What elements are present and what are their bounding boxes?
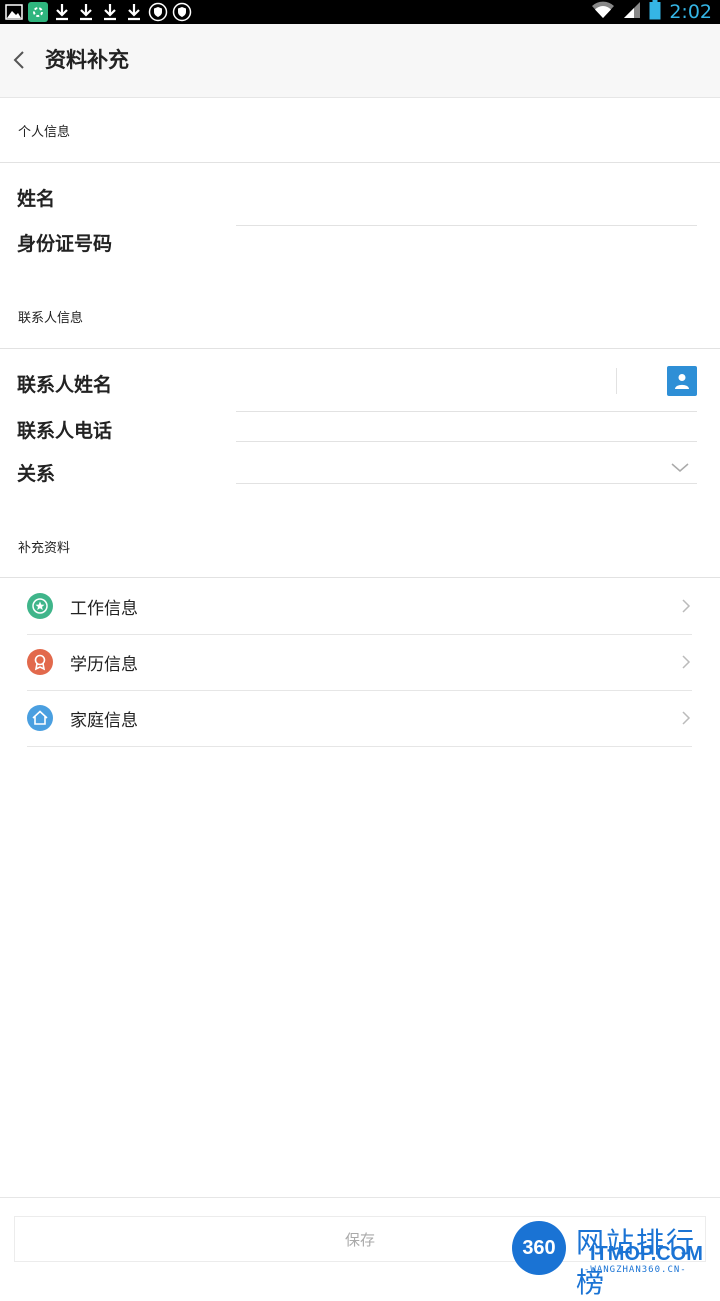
download-icon	[52, 2, 72, 22]
watermark-badge: 360	[512, 1221, 566, 1275]
id-number-label: 身份证号码	[17, 233, 113, 255]
menu-item-label: 家庭信息	[70, 711, 138, 731]
contact-name-label: 联系人姓名	[17, 374, 113, 396]
separator	[616, 368, 617, 394]
section-title-personal: 个人信息	[18, 125, 71, 140]
menu-item-family[interactable]: 家庭信息	[27, 690, 692, 747]
chevron-right-icon	[682, 711, 691, 725]
divider	[0, 162, 720, 163]
status-bar: 2:02	[0, 0, 720, 24]
signal-icon	[623, 1, 641, 23]
system-icons: 2:02	[591, 0, 712, 24]
image-icon	[4, 2, 24, 22]
menu-item-label: 工作信息	[70, 599, 138, 619]
section-title-supplement: 补充资料	[18, 541, 71, 556]
chevron-right-icon	[682, 655, 691, 669]
clock: 2:02	[669, 1, 712, 23]
home-icon	[27, 705, 53, 731]
chevron-down-icon	[671, 463, 689, 472]
star-badge-icon	[27, 593, 53, 619]
app-icon	[28, 2, 48, 22]
shield-icon	[148, 2, 168, 22]
name-label: 姓名	[17, 188, 56, 210]
download-icon	[76, 2, 96, 22]
person-icon	[675, 374, 689, 389]
input-underline	[236, 225, 697, 226]
battery-icon	[649, 0, 661, 24]
relation-select[interactable]	[236, 452, 697, 484]
app-header: 资料补充	[0, 24, 720, 98]
download-icon	[100, 2, 120, 22]
watermark-en-text: ITMOP.COM	[590, 1243, 703, 1265]
contact-phone-input[interactable]	[236, 414, 700, 442]
input-underline	[236, 483, 697, 484]
award-icon	[27, 649, 53, 675]
chevron-right-icon	[682, 599, 691, 613]
menu-item-education[interactable]: 学历信息	[27, 634, 692, 691]
contact-picker-button[interactable]	[667, 366, 697, 396]
contact-phone-label: 联系人电话	[17, 420, 113, 442]
contact-name-input[interactable]	[236, 366, 615, 402]
shield-icon	[172, 2, 192, 22]
notification-icons	[4, 2, 192, 22]
watermark-url-text: -WANGZHAN360.CN-	[584, 1265, 687, 1275]
name-input[interactable]	[236, 182, 700, 224]
page-title: 资料补充	[45, 48, 129, 72]
watermark-logo: 360 网站排行榜 ITMOP.COM -WANGZHAN360.CN-	[508, 1213, 720, 1299]
relation-label: 关系	[17, 463, 56, 485]
download-icon	[124, 2, 144, 22]
chevron-left-icon	[13, 51, 24, 69]
wifi-icon	[591, 1, 615, 23]
section-title-contact: 联系人信息	[18, 311, 84, 326]
id-number-input[interactable]	[236, 228, 700, 260]
input-underline	[236, 441, 697, 442]
menu-item-work[interactable]: 工作信息	[27, 578, 692, 635]
divider	[0, 348, 720, 349]
back-button[interactable]	[8, 48, 32, 72]
menu-item-label: 学历信息	[70, 655, 138, 675]
input-underline	[236, 411, 697, 412]
